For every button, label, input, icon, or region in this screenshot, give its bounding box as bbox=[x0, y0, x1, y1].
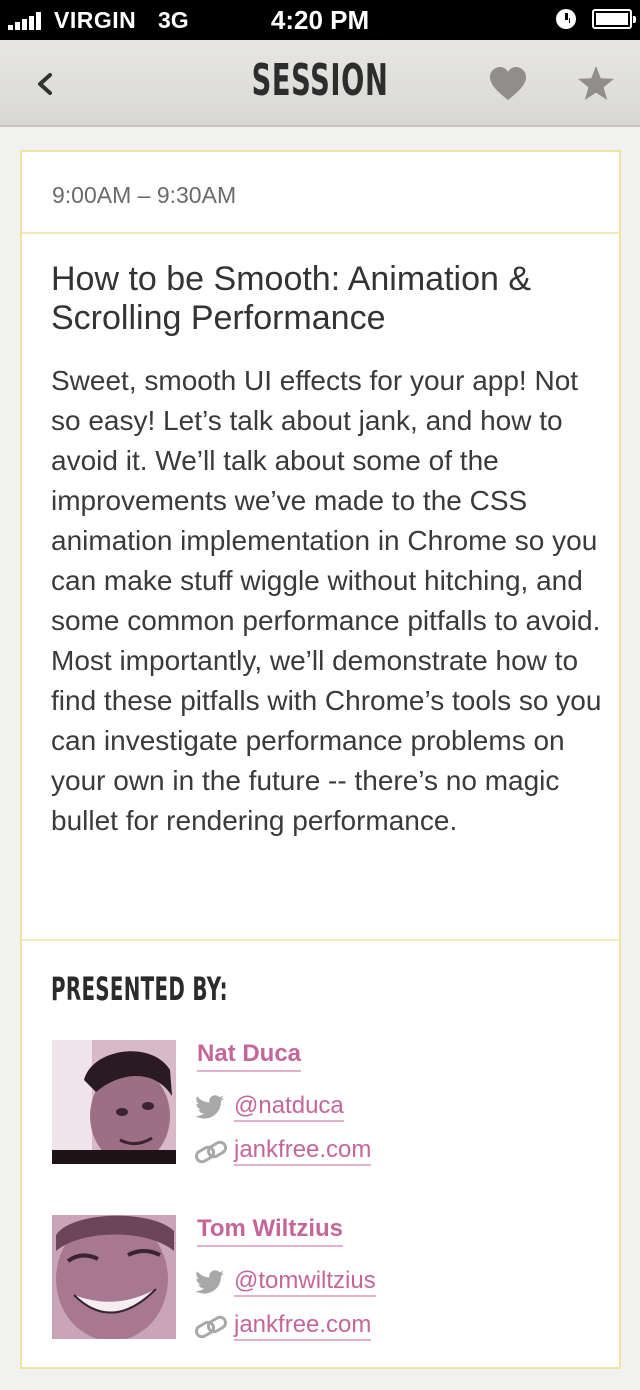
alarm-clock-icon bbox=[556, 9, 576, 29]
session-card: 9:00AM – 9:30AM How to be Smooth: Animat… bbox=[20, 150, 621, 1369]
website-link[interactable]: jankfree.com bbox=[234, 1311, 372, 1341]
session-title: How to be Smooth: Animation & Scrolling … bbox=[51, 260, 532, 337]
star-icon[interactable] bbox=[576, 64, 616, 104]
status-bar: VIRGIN 3G 4:20 PM bbox=[0, 0, 640, 40]
speaker-photo bbox=[52, 1040, 176, 1164]
page-title: SESSION bbox=[251, 55, 389, 106]
link-chain-icon bbox=[194, 1140, 228, 1164]
divider bbox=[22, 232, 619, 234]
twitter-bird-icon bbox=[195, 1270, 224, 1294]
heart-icon[interactable] bbox=[488, 66, 528, 102]
divider bbox=[22, 939, 619, 941]
link-chain-icon bbox=[194, 1315, 228, 1339]
speaker-name-link[interactable]: Nat Duca bbox=[197, 1040, 302, 1072]
session-description: Sweet, smooth UI effects for your app! N… bbox=[51, 365, 602, 836]
speaker-name-link[interactable]: Tom Wiltzius bbox=[197, 1215, 343, 1247]
battery-icon bbox=[592, 9, 636, 29]
twitter-handle-link[interactable]: @tomwiltzius bbox=[234, 1267, 376, 1297]
twitter-bird-icon bbox=[195, 1095, 224, 1119]
session-time: 9:00AM – 9:30AM bbox=[52, 182, 237, 208]
speaker-photo bbox=[52, 1215, 176, 1339]
twitter-handle-link[interactable]: @natduca bbox=[234, 1092, 344, 1122]
back-chevron-icon[interactable] bbox=[28, 66, 64, 102]
nav-bar: SESSION bbox=[0, 40, 640, 127]
website-link[interactable]: jankfree.com bbox=[234, 1136, 372, 1166]
speaker-card: Nat Duca @natduca jankfree.com bbox=[52, 1040, 612, 1170]
speaker-card: Tom Wiltzius @tomwiltzius jankfree.com bbox=[52, 1215, 612, 1345]
presented-by-heading: PRESENTED BY: bbox=[51, 970, 228, 1008]
status-time: 4:20 PM bbox=[270, 5, 370, 35]
